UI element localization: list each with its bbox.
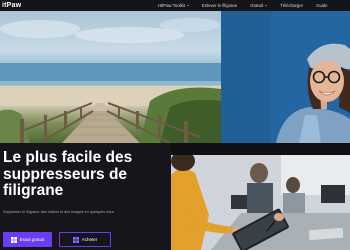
nav-item-remove-watermark[interactable]: Enlever le filigrane	[202, 0, 237, 11]
nav-links: HitPaw Toolkit Enlever le filigrane Grat…	[158, 0, 328, 11]
smiling-woman-image	[221, 11, 350, 143]
nav-item-label: Enlever le filigrane	[201, 3, 238, 8]
buy-label: Acheter	[81, 237, 98, 242]
logo[interactable]: itPaw	[2, 0, 21, 11]
buy-button[interactable]: Acheter	[59, 232, 111, 247]
hero-headline: Le plus facile des suppresseurs de filig…	[3, 149, 133, 199]
hero-subtext: Supprimez le filigrane des vidéos et des…	[3, 210, 114, 214]
top-nav: itPaw HitPaw Toolkit Enlever le filigran…	[0, 0, 350, 11]
free-trial-label: Essai gratuit	[19, 237, 45, 242]
nav-item-guide[interactable]: Guide	[316, 0, 327, 11]
nav-item-label: Gratuit	[250, 3, 264, 8]
windows-icon	[72, 236, 79, 243]
chevron-down-icon	[265, 5, 268, 6]
nav-item-label: HitPaw Toolkit	[158, 3, 185, 8]
free-trial-button[interactable]: Essai gratuit	[3, 232, 52, 247]
office-tablet-image	[171, 155, 350, 250]
windows-icon	[10, 236, 17, 243]
nav-item-free[interactable]: Gratuit	[250, 0, 268, 11]
beach-boardwalk-image	[0, 11, 221, 143]
nav-item-download[interactable]: Télécharger	[280, 0, 303, 11]
chevron-down-icon	[186, 5, 189, 6]
nav-item-toolkit[interactable]: HitPaw Toolkit	[158, 0, 189, 11]
nav-item-label: Guide	[316, 3, 328, 8]
nav-item-label: Télécharger	[280, 3, 304, 8]
